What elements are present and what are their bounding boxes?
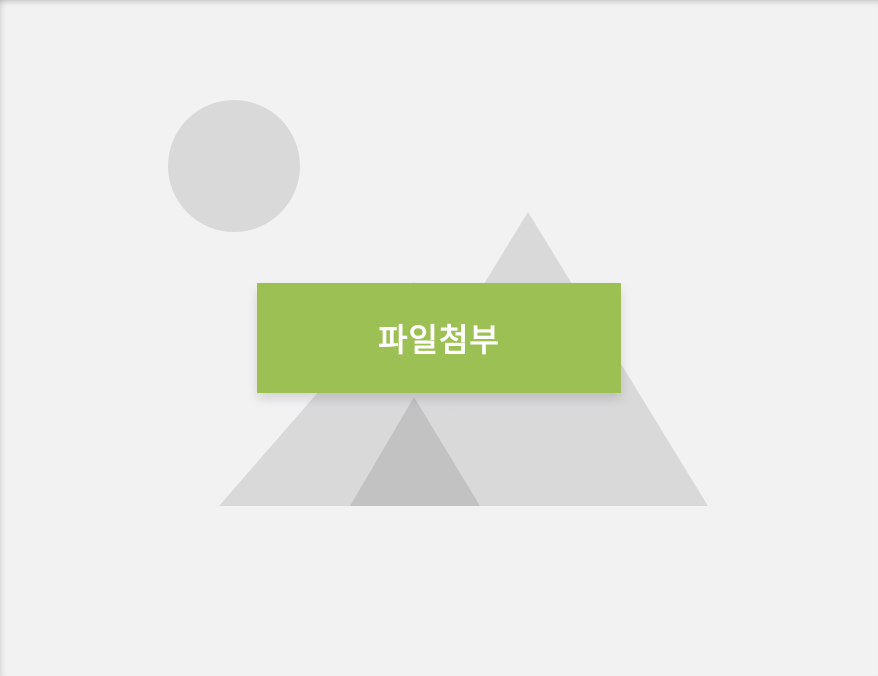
attach-file-button[interactable]: 파일첨부	[257, 283, 621, 393]
sun-circle	[168, 100, 300, 232]
file-upload-panel: 파일첨부	[0, 0, 878, 676]
